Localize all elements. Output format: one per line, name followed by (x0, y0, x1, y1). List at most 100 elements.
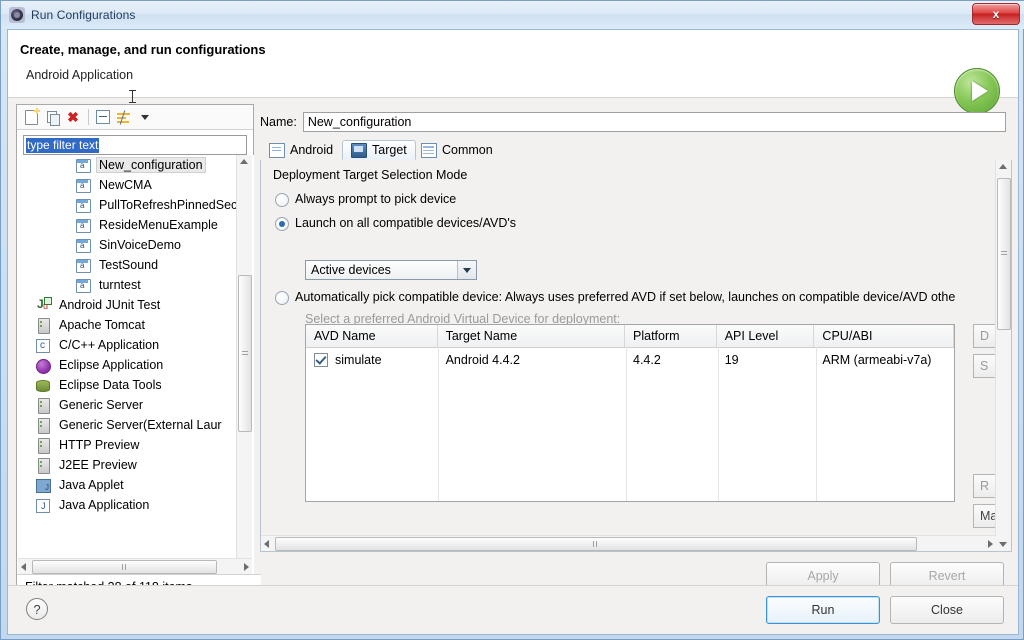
table-icon (421, 142, 437, 158)
option-launch-all-label: Launch on all compatible devices/AVD's (295, 216, 517, 230)
close-button[interactable]: Close (890, 596, 1004, 624)
avd-table-row[interactable]: simulate Android 4.4.2 4.4.2 19 ARM (armeabi… (306, 348, 954, 372)
tree-item[interactable]: SinVoiceDemo (18, 235, 240, 255)
tree-item[interactable]: turntest (18, 275, 240, 295)
server-icon (36, 317, 52, 334)
run-button[interactable]: Run (766, 596, 880, 624)
configurations-panel: ✖ type filter text New_configuration NewC… (16, 104, 261, 600)
tree-item-label: Android JUnit Test (59, 298, 161, 312)
tree-item[interactable]: Eclipse Application (18, 355, 240, 375)
scroll-up-icon[interactable] (240, 159, 248, 164)
tree-item[interactable]: NewCMA (18, 175, 240, 195)
run-configurations-dialog: Run Configurations x Create, manage, and… (0, 0, 1024, 640)
avd-column-header[interactable]: Platform (625, 325, 717, 347)
cpp-icon (36, 337, 52, 353)
tree-item[interactable]: Java Applet (18, 475, 240, 495)
filter-input[interactable]: type filter text (23, 135, 247, 155)
radio-icon[interactable] (275, 217, 289, 231)
tree-item[interactable]: Generic Server (18, 395, 240, 415)
tree-item-label: HTTP Preview (59, 438, 140, 452)
name-label: Name: (260, 115, 297, 129)
avd-row-checkbox[interactable] (314, 353, 328, 367)
filter-icon[interactable] (114, 107, 134, 127)
option-auto-pick-label: Automatically pick compatible device: Al… (295, 290, 956, 304)
target-page-vscroll-thumb[interactable] (997, 178, 1011, 330)
tree-item[interactable]: Java Application (18, 495, 240, 515)
view-menu-icon[interactable] (135, 107, 155, 127)
tree-item-label: Java Application (59, 498, 150, 512)
target-page-hscroll-thumb[interactable] (275, 537, 917, 551)
scroll-left-icon[interactable] (264, 540, 269, 548)
tree-item[interactable]: Apache Tomcat (18, 315, 240, 335)
dialog-body: Create, manage, and run configurations A… (7, 29, 1019, 635)
avd-column-header[interactable]: AVD Name (306, 325, 438, 347)
tab-android[interactable]: Android (260, 140, 342, 160)
tree-item-label: Eclipse Application (59, 358, 164, 372)
target-page-horizontal-scrollbar[interactable] (261, 535, 996, 551)
tree-horizontal-scrollbar[interactable] (18, 558, 252, 574)
name-row: Name: New_configuration (260, 112, 1012, 132)
tree-item-label: Eclipse Data Tools (59, 378, 162, 392)
tab-target[interactable]: Target (342, 140, 416, 160)
target-page-vertical-scrollbar[interactable] (995, 160, 1011, 551)
avd-table-header: AVD Name Target Name Platform API Level CPU/… (306, 325, 954, 348)
tree-item[interactable]: TestSound (18, 255, 240, 275)
scroll-down-icon[interactable] (999, 542, 1007, 547)
tree-item-label: C/C++ Application (59, 338, 160, 352)
monitor-icon (351, 142, 367, 158)
text-cursor-icon (129, 90, 136, 103)
run-configurations-icon (9, 7, 25, 23)
tree-item-label: Java Applet (59, 478, 124, 492)
configurations-toolbar: ✖ (17, 105, 253, 130)
device-scope-dropdown[interactable]: Active devices (305, 260, 477, 280)
option-always-prompt[interactable]: Always prompt to pick device (275, 192, 456, 207)
delete-icon[interactable]: ✖ (63, 107, 83, 127)
avd-cell-avd-name: simulate (306, 348, 438, 372)
configurations-tree[interactable]: New_configuration NewCMA PullToRefreshPinn… (18, 155, 254, 575)
option-launch-all[interactable]: Launch on all compatible devices/AVD's (275, 216, 516, 231)
radio-icon[interactable] (275, 193, 289, 207)
tree-vertical-scrollbar[interactable] (236, 155, 252, 575)
tab-android-label: Android (290, 143, 334, 157)
avd-table[interactable]: AVD Name Target Name Platform API Level CPU/… (305, 324, 955, 502)
data-tools-icon (36, 377, 52, 393)
scroll-right-icon[interactable] (988, 540, 993, 548)
java-applet-icon (36, 477, 52, 493)
scroll-right-icon[interactable] (244, 563, 249, 571)
tree-item[interactable]: Android JUnit Test (18, 295, 240, 315)
android-app-icon (76, 217, 92, 233)
android-app-icon (76, 257, 92, 273)
tree-item[interactable]: New_configuration (18, 155, 240, 175)
new-launch-configuration-icon[interactable] (21, 107, 41, 127)
toolbar-separator (88, 109, 89, 125)
tree-item[interactable]: Eclipse Data Tools (18, 375, 240, 395)
chevron-down-icon[interactable] (457, 261, 476, 279)
tree-item[interactable]: HTTP Preview (18, 435, 240, 455)
window-close-button[interactable]: x (972, 3, 1020, 25)
tab-common-label: Common (442, 143, 493, 157)
name-input[interactable]: New_configuration (302, 112, 1006, 132)
android-app-icon (76, 237, 92, 253)
tab-common[interactable]: Common (412, 140, 502, 160)
avd-cell-cpu-abi: ARM (armeabi-v7a) (822, 353, 932, 367)
radio-icon[interactable] (275, 291, 289, 305)
scroll-up-icon[interactable] (999, 164, 1007, 169)
avd-column-header[interactable]: API Level (717, 325, 815, 347)
help-icon[interactable]: ? (26, 598, 48, 620)
duplicate-icon[interactable] (42, 107, 62, 127)
section-title: Deployment Target Selection Mode (273, 168, 468, 182)
avd-column-header[interactable]: Target Name (438, 325, 625, 347)
tree-item[interactable]: Generic Server(External Laur (18, 415, 240, 435)
collapse-all-icon[interactable] (93, 107, 113, 127)
tree-item[interactable]: C/C++ Application (18, 335, 240, 355)
tree-item[interactable]: J2EE Preview (18, 455, 240, 475)
dialog-footer: ? Run Close (8, 585, 1018, 634)
option-auto-pick[interactable]: Automatically pick compatible device: Al… (275, 290, 975, 305)
tree-item-label: TestSound (99, 258, 159, 272)
tree-item[interactable]: PullToRefreshPinnedSect (18, 195, 241, 215)
avd-column-header[interactable]: CPU/ABI (814, 325, 954, 347)
tree-vscroll-thumb[interactable] (238, 275, 252, 432)
scroll-left-icon[interactable] (21, 563, 26, 571)
tree-item[interactable]: ResideMenuExample (18, 215, 240, 235)
tree-hscroll-thumb[interactable] (32, 560, 217, 574)
